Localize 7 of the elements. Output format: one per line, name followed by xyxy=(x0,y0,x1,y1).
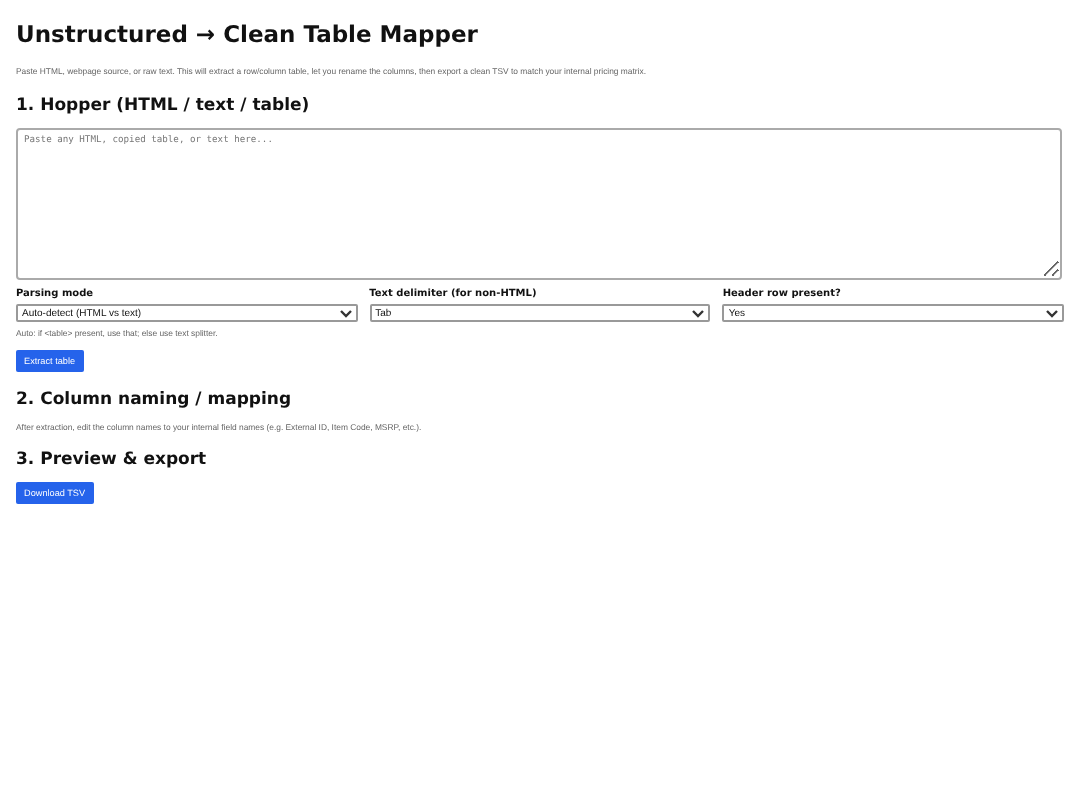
section-heading: 2. Column naming / mapping xyxy=(16,390,294,410)
page-title: Unstructured → Clean Table Mapper xyxy=(16,20,480,48)
chevron-down-icon xyxy=(692,309,705,317)
chevron-down-icon xyxy=(1046,309,1058,317)
section-heading: 3. Preview & export xyxy=(16,450,209,470)
section-heading: 1. Hopper (HTML / text / table) xyxy=(16,96,312,116)
chevron-down-icon xyxy=(339,309,352,317)
